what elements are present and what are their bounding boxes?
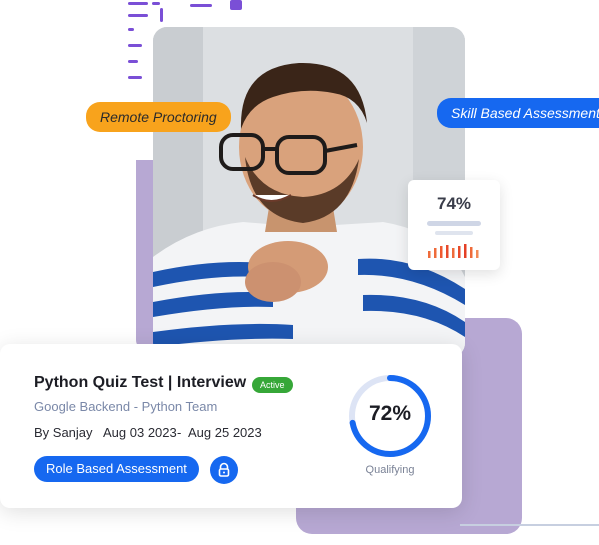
placeholder-line (427, 221, 481, 226)
score-label: Qualifying (365, 464, 415, 476)
skill-based-assessment-tag: Skill Based Assessment (437, 98, 599, 128)
team-name: Google Backend - Python Team (34, 399, 218, 414)
remote-proctoring-tag: Remote Proctoring (86, 102, 231, 132)
score-percentage: 72% (368, 402, 412, 425)
placeholder-line (435, 231, 473, 235)
test-title: Python Quiz Test | Interview (34, 374, 247, 391)
end-date: Aug 25 2023 (188, 425, 262, 440)
lock-icon (218, 462, 230, 477)
lock-button[interactable] (210, 456, 238, 484)
score-summary-card: 74% (408, 180, 500, 270)
status-badge: Active (252, 377, 293, 393)
role-based-assessment-button[interactable]: Role Based Assessment (34, 456, 199, 482)
test-card[interactable]: Python Quiz Test | Interview Active Goog… (0, 344, 462, 508)
score-summary-value: 74% (436, 194, 472, 213)
mini-bar-chart-icon (428, 244, 479, 258)
date-separator: - (177, 425, 182, 440)
divider-line (460, 524, 599, 526)
start-date: Aug 03 2023 (103, 425, 177, 440)
author: By Sanjay (34, 425, 93, 440)
